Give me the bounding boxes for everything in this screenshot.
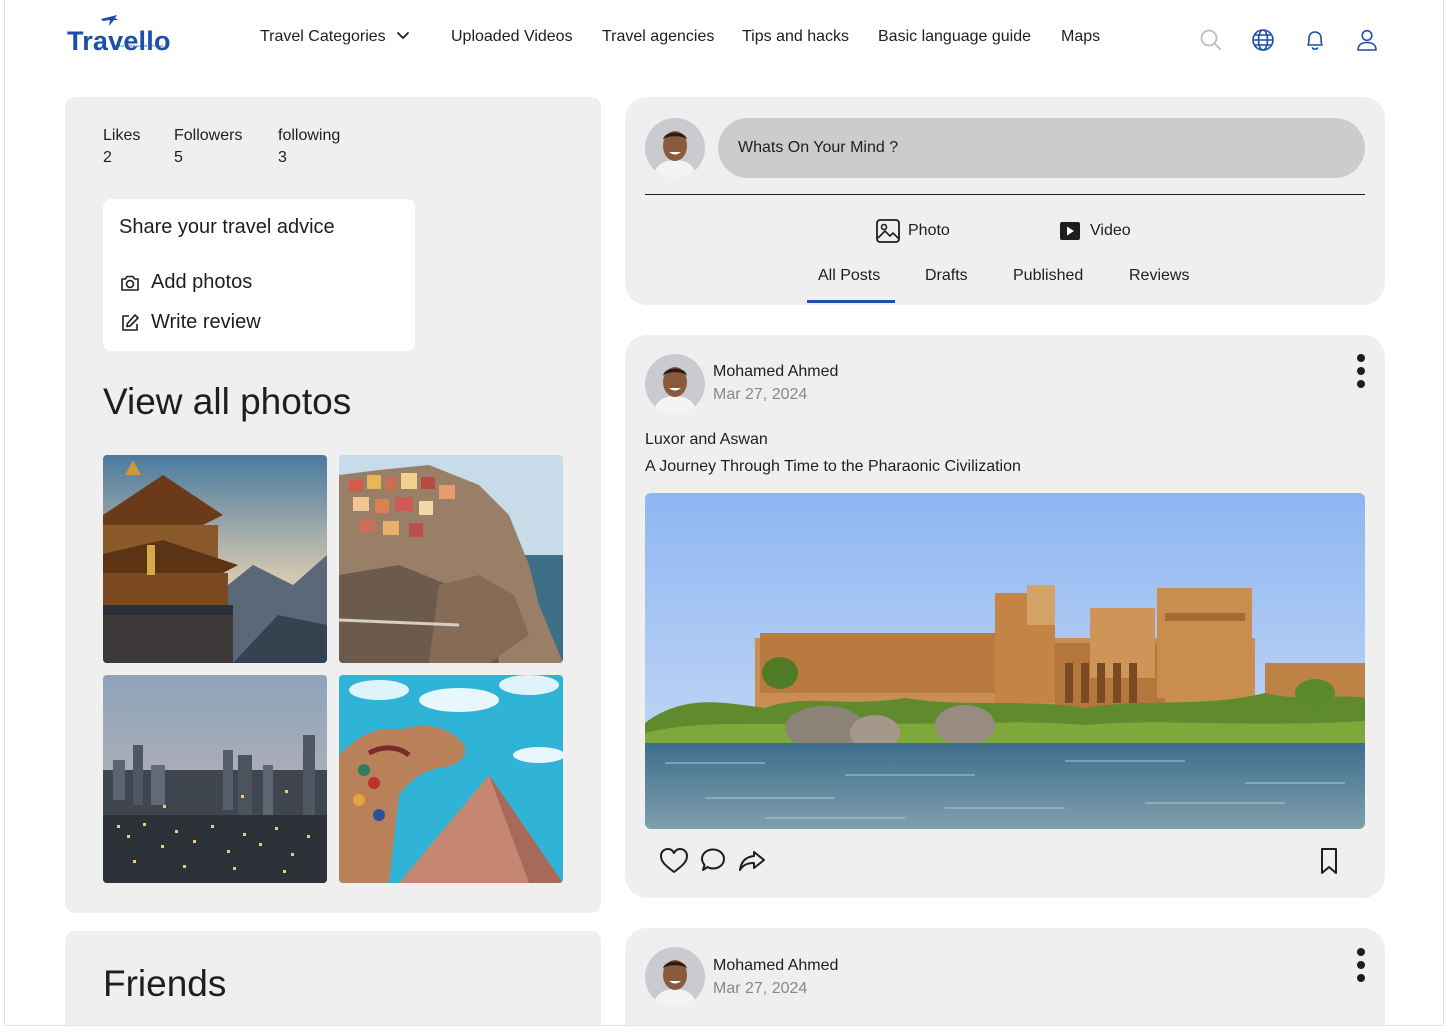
city-skyline-photo[interactable] <box>103 675 327 883</box>
tab-published[interactable]: Published <box>1013 267 1083 285</box>
bookmark-icon[interactable] <box>1313 845 1345 877</box>
edit-icon <box>122 314 139 331</box>
tab-all-posts[interactable]: All Posts <box>818 267 880 285</box>
whats-on-your-mind-input[interactable]: Whats On Your Mind ? <box>718 118 1365 178</box>
stat-value: 2 <box>103 149 112 166</box>
stat-likes[interactable]: Likes 2 <box>103 125 140 169</box>
composer-card: Whats On Your Mind ? Photo Video All Pos… <box>625 97 1385 305</box>
nav-item-language-guide[interactable]: Basic language guide <box>878 28 1031 46</box>
composer-divider <box>645 194 1365 195</box>
stat-label: Likes <box>103 127 141 144</box>
nav-item-travel-categories[interactable]: Travel Categories <box>260 28 410 46</box>
stat-followers[interactable]: Followers 5 <box>174 125 242 169</box>
app-window: Travello explore the world with us Trave… <box>4 0 1444 1026</box>
comment-icon[interactable] <box>697 845 729 877</box>
tab-reviews[interactable]: Reviews <box>1129 267 1189 285</box>
avatar[interactable] <box>645 118 705 178</box>
video-icon <box>1060 222 1080 240</box>
camera-icon <box>121 275 139 291</box>
brand-tagline: explore the world with us <box>112 43 164 48</box>
post-author[interactable]: Mohamed Ahmed <box>713 363 838 381</box>
post-author[interactable]: Mohamed Ahmed <box>713 957 838 975</box>
avatar[interactable] <box>645 354 705 414</box>
write-review-label: Write review <box>151 311 261 333</box>
like-heart-icon[interactable] <box>658 845 690 877</box>
post-subtitle: A Journey Through Time to the Pharaonic … <box>645 458 1021 475</box>
bell-icon[interactable] <box>1302 27 1328 53</box>
video-label: Video <box>1090 222 1131 239</box>
share-advice-box: Share your travel advice Add photos Writ… <box>103 199 415 351</box>
stat-value: 3 <box>278 149 287 166</box>
post-title: Luxor and Aswan <box>645 431 768 448</box>
stat-value: 5 <box>174 149 183 166</box>
nav-item-uploaded-videos[interactable]: Uploaded Videos <box>451 28 573 46</box>
more-options-icon[interactable] <box>1351 354 1371 388</box>
philae-temple-photo[interactable] <box>645 493 1365 829</box>
nav-item-maps[interactable]: Maps <box>1061 28 1100 46</box>
globe-icon[interactable] <box>1250 27 1276 53</box>
view-all-photos-title[interactable]: View all photos <box>103 381 351 423</box>
coastal-village-photo[interactable] <box>339 455 563 663</box>
user-icon[interactable] <box>1354 27 1380 53</box>
nav-item-label: Travel Categories <box>260 28 386 45</box>
active-tab-indicator <box>807 300 895 303</box>
friends-title[interactable]: Friends <box>103 963 226 1005</box>
more-options-icon[interactable] <box>1351 948 1371 982</box>
temple-mountain-photo[interactable] <box>103 455 327 663</box>
post-card: Mohamed Ahmed Mar 27, 2024 <box>625 928 1385 1025</box>
stat-following[interactable]: following 3 <box>278 125 340 169</box>
stat-label: Followers <box>174 127 243 144</box>
camel-pyramid-photo[interactable] <box>339 675 563 883</box>
share-advice-title: Share your travel advice <box>119 216 335 238</box>
chevron-down-icon <box>397 32 410 40</box>
post-date: Mar 27, 2024 <box>713 386 808 403</box>
post-card: Mohamed Ahmed Mar 27, 2024 Luxor and Asw… <box>625 335 1385 898</box>
avatar[interactable] <box>645 947 705 1007</box>
nav-item-tips-and-hacks[interactable]: Tips and hacks <box>742 28 849 46</box>
profile-card: Likes 2 Followers 5 following 3 Share yo… <box>65 97 601 913</box>
search-icon[interactable] <box>1198 27 1224 53</box>
post-date: Mar 27, 2024 <box>713 980 808 997</box>
add-photos-label: Add photos <box>151 271 253 293</box>
friends-card: Friends <box>65 931 601 1025</box>
photo-label: Photo <box>908 222 950 239</box>
brand-name: Travello <box>67 26 171 56</box>
image-icon <box>876 219 900 243</box>
tab-drafts[interactable]: Drafts <box>925 267 968 285</box>
stat-label: following <box>278 127 341 144</box>
brand-logo[interactable]: Travello explore the world with us <box>67 10 197 58</box>
share-icon[interactable] <box>736 845 768 877</box>
nav-item-travel-agencies[interactable]: Travel agencies <box>602 28 714 46</box>
